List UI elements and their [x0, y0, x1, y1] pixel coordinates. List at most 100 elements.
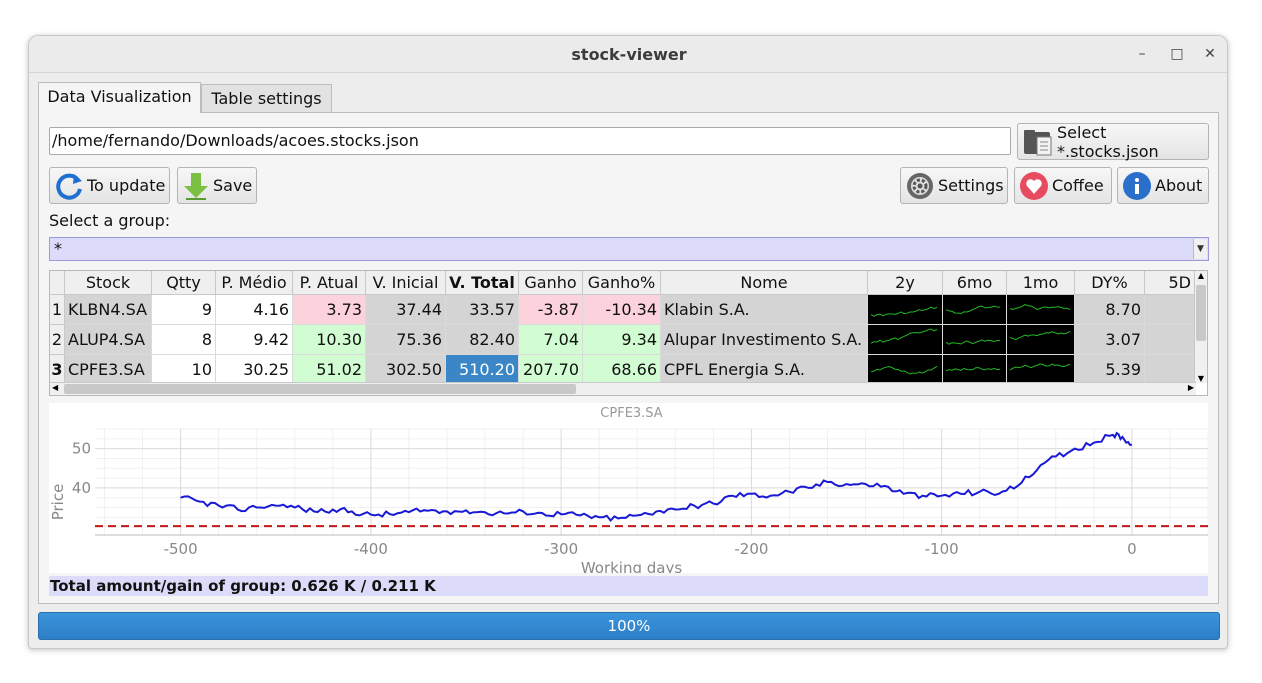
scroll-down-icon[interactable]: ▼: [1195, 374, 1207, 383]
sparkline: [870, 328, 938, 344]
cell-patual[interactable]: 10.30: [293, 325, 366, 355]
about-button[interactable]: About: [1117, 167, 1209, 204]
column-header-dy[interactable]: DY%: [1075, 271, 1145, 295]
tab-data-visualization[interactable]: Data Visualization: [38, 82, 201, 113]
cell-dy[interactable]: 5.39: [1075, 355, 1145, 385]
cell-pmedio[interactable]: 9.42: [216, 325, 293, 355]
cell-vinicial[interactable]: 302.50: [366, 355, 446, 385]
sparkline: [1009, 363, 1071, 371]
row-header[interactable]: 2: [50, 325, 65, 355]
cell-nome[interactable]: Klabin S.A.: [661, 295, 868, 325]
file-path-input[interactable]: /home/fernando/Downloads/acoes.stocks.js…: [49, 127, 1011, 155]
about-label: About: [1155, 176, 1203, 195]
cell-stock[interactable]: ALUP4.SA: [65, 325, 152, 355]
column-header-qtty[interactable]: Qtty: [152, 271, 216, 295]
group-select-value: *: [54, 239, 62, 258]
cell-dy[interactable]: 3.07: [1075, 325, 1145, 355]
corner-header: [50, 271, 65, 295]
save-label: Save: [213, 176, 253, 195]
x-tick-label: -100: [925, 540, 959, 558]
save-button[interactable]: Save: [177, 167, 257, 204]
progress-bar: 100%: [38, 612, 1220, 640]
cell-nome[interactable]: CPFL Energia S.A.: [661, 355, 868, 385]
titlebar: stock-viewer – □ ✕: [29, 36, 1227, 73]
sparkline: [1009, 330, 1071, 341]
vertical-scroll-thumb[interactable]: [1196, 285, 1206, 341]
maximize-button[interactable]: □: [1166, 44, 1188, 64]
cell-qtty[interactable]: 10: [152, 355, 216, 385]
chart-title: CPFE3.SA: [600, 406, 663, 421]
column-header-ganho[interactable]: Ganho: [519, 271, 583, 295]
cell-spark-2y: [868, 325, 943, 355]
horizontal-scroll-thumb[interactable]: [64, 384, 576, 394]
cell-ganho-pct[interactable]: -10.34: [583, 295, 661, 325]
update-label: To update: [87, 176, 166, 195]
stocks-table: Stock Qtty P. Médio P. Atual V. Inicial …: [49, 270, 1208, 396]
cell-vtotal[interactable]: 33.57: [446, 295, 519, 325]
close-button[interactable]: ✕: [1199, 44, 1221, 64]
cell-vinicial[interactable]: 37.44: [366, 295, 446, 325]
cell-spark-2y: [868, 355, 943, 385]
app-window: stock-viewer – □ ✕ Data Visualization Ta…: [28, 35, 1228, 649]
coffee-button[interactable]: Coffee: [1014, 167, 1112, 204]
scroll-left-icon[interactable]: ◀: [52, 383, 58, 392]
cell-pmedio[interactable]: 30.25: [216, 355, 293, 385]
column-header-ganho-pct[interactable]: Ganho%: [583, 271, 661, 295]
minimize-button[interactable]: –: [1131, 44, 1153, 64]
tab-table-settings[interactable]: Table settings: [201, 84, 332, 114]
group-select[interactable]: * ▼: [49, 237, 1209, 261]
cell-ganho[interactable]: -3.87: [519, 295, 583, 325]
cell-ganho-pct[interactable]: 9.34: [583, 325, 661, 355]
column-header-vtotal[interactable]: V. Total: [446, 271, 519, 295]
y-tick-label: 50: [72, 440, 91, 458]
settings-button[interactable]: Settings: [900, 167, 1008, 204]
cell-spark-6mo: [943, 325, 1007, 355]
x-tick-label: 0: [1127, 540, 1137, 558]
column-header-nome[interactable]: Nome: [661, 271, 868, 295]
cell-vtotal[interactable]: 510.20: [446, 355, 519, 385]
cell-qtty[interactable]: 8: [152, 325, 216, 355]
cell-5d[interactable]: [1145, 325, 1196, 355]
cell-ganho[interactable]: 207.70: [519, 355, 583, 385]
column-header-vinicial[interactable]: V. Inicial: [366, 271, 446, 295]
cell-ganho-pct[interactable]: 68.66: [583, 355, 661, 385]
table-vertical-scrollbar[interactable]: ▲ ▼: [1194, 271, 1207, 383]
cell-stock[interactable]: KLBN4.SA: [65, 295, 152, 325]
column-header-pmedio[interactable]: P. Médio: [216, 271, 293, 295]
group-label: Select a group:: [49, 211, 171, 230]
cell-stock[interactable]: CPFE3.SA: [65, 355, 152, 385]
x-tick-label: -400: [354, 540, 388, 558]
cell-dy[interactable]: 8.70: [1075, 295, 1145, 325]
row-header[interactable]: 1: [50, 295, 65, 325]
cell-pmedio[interactable]: 4.16: [216, 295, 293, 325]
scroll-right-icon[interactable]: ▶: [1188, 383, 1194, 392]
column-header-1mo[interactable]: 1mo: [1007, 271, 1075, 295]
cell-qtty[interactable]: 9: [152, 295, 216, 325]
cell-5d[interactable]: [1145, 355, 1196, 385]
cell-patual[interactable]: 51.02: [293, 355, 366, 385]
select-file-button[interactable]: Select *.stocks.json: [1017, 123, 1209, 161]
price-chart-svg: -500 -400 -300 -200 -100 0 40 50 CPFE3.SA Working…: [49, 406, 1209, 577]
cell-vinicial[interactable]: 75.36: [366, 325, 446, 355]
column-header-stock[interactable]: Stock: [65, 271, 152, 295]
column-header-patual[interactable]: P. Atual: [293, 271, 366, 295]
row-header[interactable]: 3: [50, 355, 65, 385]
cell-nome[interactable]: Alupar Investimento S.A.: [661, 325, 868, 355]
column-header-5d[interactable]: 5D: [1145, 271, 1196, 295]
cell-5d[interactable]: [1145, 295, 1196, 325]
column-header-2y[interactable]: 2y: [868, 271, 943, 295]
column-header-6mo[interactable]: 6mo: [943, 271, 1007, 295]
scroll-up-icon[interactable]: ▲: [1195, 271, 1207, 280]
cell-spark-1mo: [1007, 295, 1075, 325]
cell-vtotal[interactable]: 82.40: [446, 325, 519, 355]
chevron-down-icon[interactable]: ▼: [1193, 239, 1207, 259]
heart-icon: [1019, 171, 1049, 201]
refresh-icon: [54, 171, 84, 201]
update-button[interactable]: To update: [49, 167, 170, 204]
sparkline: [870, 306, 938, 317]
cell-patual[interactable]: 3.73: [293, 295, 366, 325]
cell-ganho[interactable]: 7.04: [519, 325, 583, 355]
sparkline: [945, 339, 1001, 345]
table-horizontal-scrollbar[interactable]: ◀ ▶: [50, 382, 1196, 395]
group-total-status: Total amount/gain of group: 0.626 K / 0.…: [49, 576, 1208, 596]
